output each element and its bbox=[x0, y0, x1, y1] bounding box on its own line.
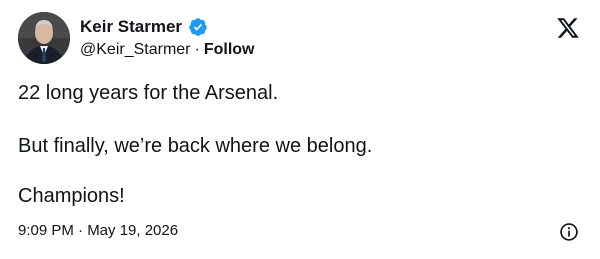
follow-button[interactable]: Follow bbox=[204, 41, 255, 58]
avatar[interactable] bbox=[18, 12, 70, 64]
author-handle[interactable]: @Keir_Starmer bbox=[80, 41, 191, 58]
author-display-name[interactable]: Keir Starmer bbox=[80, 17, 182, 37]
verified-badge-icon bbox=[189, 18, 207, 36]
author-name-row: Keir Starmer bbox=[80, 17, 208, 37]
tweet-text-line-2: But finally, we’re back where we belong. bbox=[18, 135, 373, 157]
tweet-card: Keir Starmer @Keir_Starmer · Follow 22 lon… bbox=[0, 0, 600, 259]
x-logo-icon[interactable] bbox=[556, 16, 580, 40]
handle-separator: · bbox=[194, 41, 200, 58]
author-handle-row: @Keir_Starmer · Follow bbox=[80, 40, 254, 60]
tweet-text-line-1: 22 long years for the Arsenal. bbox=[18, 82, 279, 104]
info-icon[interactable] bbox=[559, 222, 579, 242]
tweet-timestamp[interactable]: 9:09 PM · May 19, 2026 bbox=[18, 221, 178, 241]
tweet-text-line-3: Champions! bbox=[18, 185, 125, 207]
